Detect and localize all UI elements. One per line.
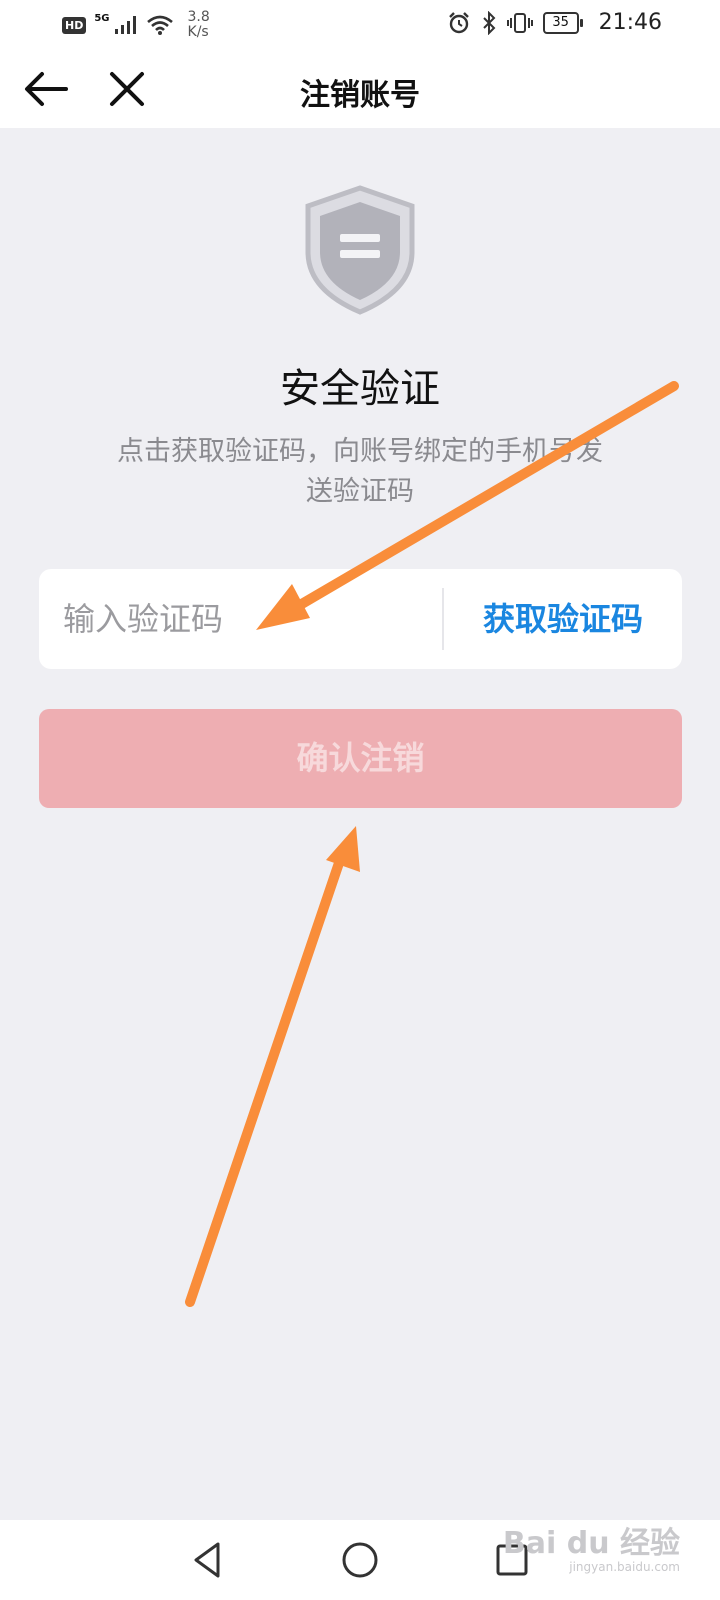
speed-value: 3.8 bbox=[187, 9, 210, 25]
status-left: HD 5G 3.8 K/s bbox=[62, 10, 210, 40]
page-title: 注销账号 bbox=[300, 78, 420, 113]
confirm-deregister-button[interactable]: 确认注销 bbox=[39, 709, 682, 808]
vibrate-icon bbox=[506, 12, 533, 33]
speed-unit: K/s bbox=[187, 24, 209, 40]
wifi-icon bbox=[146, 15, 173, 35]
nav-home-circle-icon[interactable] bbox=[338, 1538, 382, 1582]
get-code-button[interactable]: 获取验证码 bbox=[444, 569, 682, 669]
watermark-url: jingyan.baidu.com bbox=[569, 1560, 680, 1574]
clock: 21:46 bbox=[598, 10, 662, 35]
top-nav-bar: 注销账号 bbox=[0, 50, 720, 128]
watermark-brand: Bai du 经验 bbox=[502, 1526, 680, 1561]
verification-code-row: 获取验证码 bbox=[39, 569, 682, 669]
bluetooth-icon bbox=[482, 10, 496, 35]
alarm-icon bbox=[448, 11, 469, 33]
network-type: 5G bbox=[94, 12, 110, 24]
status-right: 35 21:46 bbox=[447, 10, 662, 35]
baidu-watermark: Bai du 经验 jingyan.baidu.com bbox=[502, 1526, 680, 1575]
shield-icon bbox=[305, 185, 415, 315]
signal-icon bbox=[114, 16, 136, 34]
hd-badge: HD bbox=[62, 16, 87, 34]
nav-back-triangle-icon[interactable] bbox=[186, 1538, 230, 1582]
network-speed: 3.8 K/s bbox=[188, 10, 210, 40]
battery-icon: 35 bbox=[542, 11, 583, 34]
verification-code-input[interactable] bbox=[39, 569, 459, 669]
security-title: 安全验证 bbox=[280, 366, 440, 412]
status-bar: HD 5G 3.8 K/s 35 21:46 bbox=[0, 0, 720, 50]
security-description: 点击获取验证码，向账号绑定的手机号发送验证码 bbox=[117, 436, 603, 507]
annotation-arrow-to-button bbox=[185, 826, 360, 1307]
